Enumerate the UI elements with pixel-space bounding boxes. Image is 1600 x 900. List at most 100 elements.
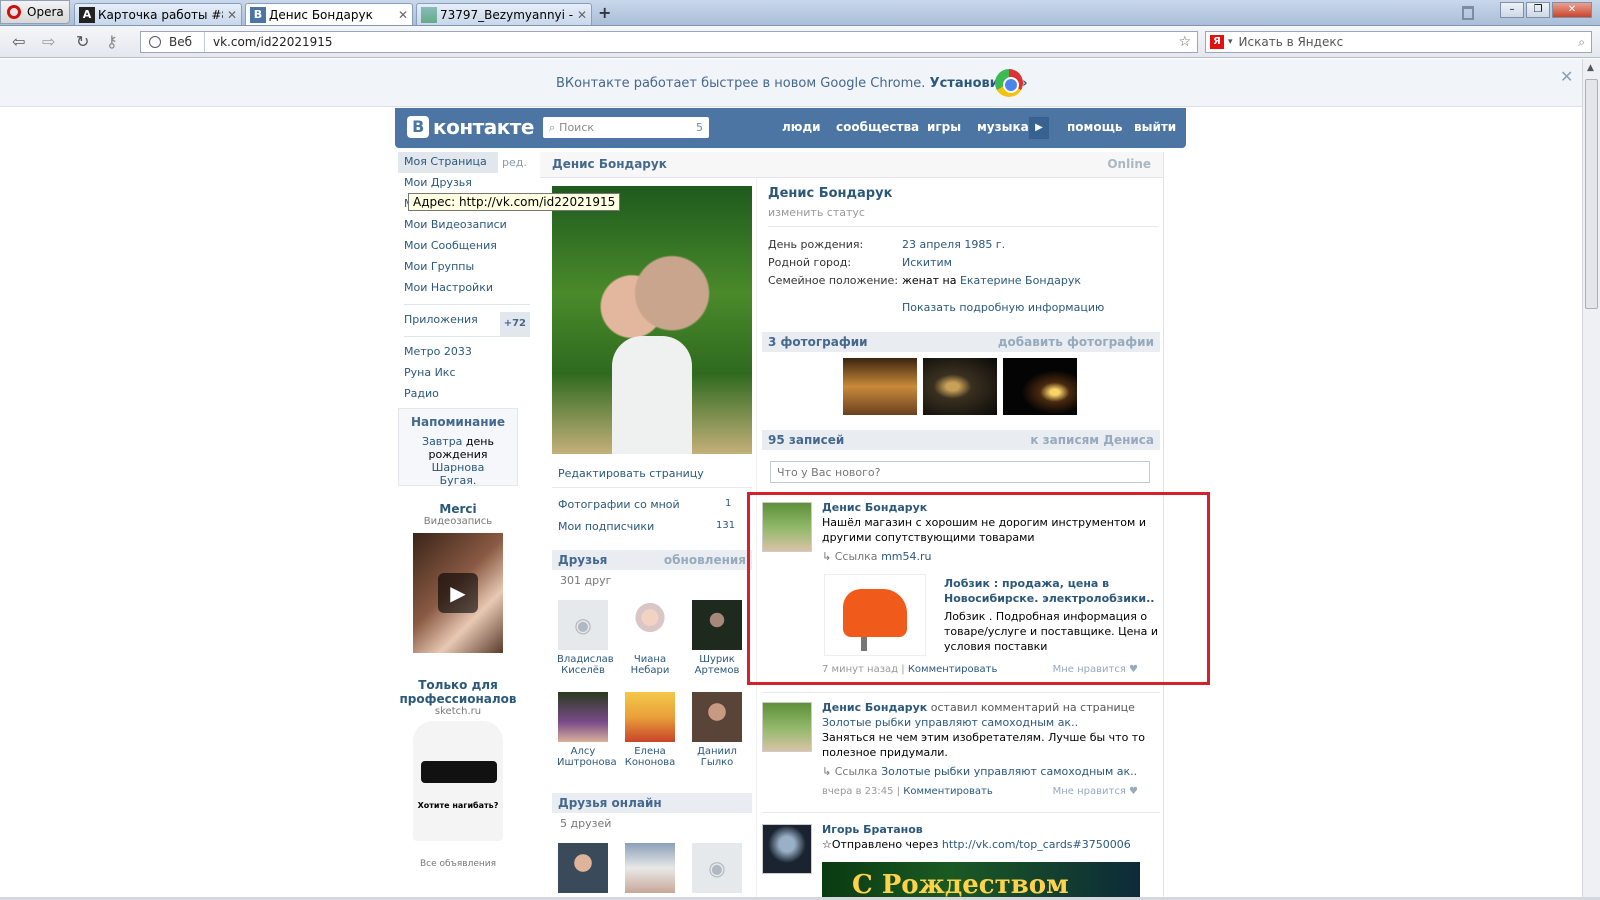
post-link[interactable]: http://vk.com/top_cards#3750006 (942, 838, 1131, 851)
nav-games[interactable]: игры (927, 120, 961, 134)
menu-messages[interactable]: Мои Сообщения (398, 236, 536, 257)
friend-online-item[interactable] (624, 843, 676, 897)
photo-thumbnail[interactable] (1003, 358, 1077, 415)
edit-page-link[interactable]: Редактировать страницу (558, 467, 704, 480)
url-text[interactable]: vk.com/id22021915 (205, 35, 333, 49)
friend-online-item[interactable] (557, 843, 609, 897)
new-tab-icon[interactable]: + (598, 3, 611, 22)
menu-videos[interactable]: Мои Видеозаписи (398, 215, 536, 236)
post-author-avatar[interactable] (762, 824, 812, 874)
menu-app-item[interactable]: Радио (398, 384, 536, 405)
menu-app-item[interactable]: Руна Икс (398, 363, 536, 384)
ad-title[interactable]: Только для профессионалов (398, 678, 518, 706)
friend-name[interactable]: Чиана Небари (631, 654, 670, 676)
friend-name[interactable]: Шурик Артемов (695, 654, 740, 676)
info-value-hometown[interactable]: Искитим (902, 256, 952, 269)
ad-tshirt-image[interactable]: Хотите нагибать? (413, 721, 503, 841)
reminder-link[interactable]: Бугая. (405, 474, 511, 487)
tab-close-icon[interactable]: ✕ (398, 8, 408, 22)
all-ads-link[interactable]: Все объявления (398, 859, 518, 869)
tab-close-icon[interactable]: ✕ (227, 8, 237, 22)
friends-header[interactable]: Друзья обновления (552, 550, 752, 570)
friends-updates-link[interactable]: обновления (664, 553, 746, 567)
photos-header[interactable]: 3 фотографии добавить фотографии (762, 332, 1160, 352)
friend-photo[interactable] (692, 600, 742, 650)
menu-apps[interactable]: Приложения +72 (398, 310, 536, 336)
music-play-icon[interactable]: ▶ (1029, 117, 1049, 139)
ad-block[interactable]: Только для профессионалов sketch.ru Хоти… (398, 678, 518, 869)
menu-groups[interactable]: Мои Группы (398, 257, 536, 278)
info-value-birthday[interactable]: 23 апреля 1985 г. (902, 238, 1005, 251)
ad-video-thumbnail[interactable]: ▶ (413, 533, 503, 653)
browser-tab[interactable]: 73797_Bezymyannyi - 3... ✕ (416, 3, 592, 25)
ad-title[interactable]: Merci (398, 502, 518, 516)
address-field[interactable]: Веб vk.com/id22021915 ☆ (140, 31, 1198, 53)
friend-photo[interactable] (625, 600, 675, 650)
nav-communities[interactable]: сообщества (836, 120, 919, 134)
to-posts-link[interactable]: к записям Дениса (1030, 433, 1154, 447)
post-author-avatar[interactable] (762, 702, 812, 752)
comment-link[interactable]: Комментировать (903, 786, 993, 797)
nav-people[interactable]: люди (782, 120, 821, 134)
friend-photo[interactable] (625, 692, 675, 742)
like-button[interactable]: Мне нравится ♥ (1053, 786, 1138, 797)
menu-friends[interactable]: Мои Друзья (398, 173, 536, 194)
friend-item[interactable]: Даниил Гылко (691, 692, 743, 768)
photos-with-me-link[interactable]: Фотографии со мной 1 (558, 498, 731, 511)
show-more-info-link[interactable]: Показать подробную информацию (902, 301, 1104, 314)
key-icon[interactable]: ⚷ (106, 32, 118, 51)
chevron-down-icon[interactable]: ▾ (1228, 37, 1233, 47)
menu-my-page[interactable]: Моя Страница (398, 152, 498, 173)
ad-block[interactable]: Merci Видеозапись ▶ (398, 502, 518, 653)
scroll-up-icon[interactable]: ▲ (1587, 63, 1594, 73)
post-time[interactable]: вчера в 23:45 (822, 786, 894, 797)
photo-thumbnail[interactable] (843, 358, 917, 415)
edit-link[interactable]: ред. (502, 156, 527, 169)
close-window-icon[interactable]: ✕ (1552, 2, 1592, 18)
friend-name[interactable]: Даниил Гылко (697, 746, 737, 768)
friend-item[interactable]: Елена Кононова (624, 692, 676, 768)
friends-online-header[interactable]: Друзья онлайн (552, 793, 752, 813)
friend-name[interactable]: Елена Кононова (625, 746, 676, 768)
nav-logout[interactable]: выйти (1134, 120, 1176, 134)
trash-icon[interactable] (1462, 6, 1474, 20)
reload-icon[interactable]: ↻ (76, 32, 89, 51)
friend-item[interactable]: ◉ Владислав Киселёв (557, 600, 614, 676)
post-author[interactable]: Денис Бондарук (822, 701, 927, 714)
forward-icon[interactable]: ⇨ (42, 32, 55, 51)
scrollbar-thumb[interactable] (1585, 79, 1598, 309)
nav-help[interactable]: помощь (1067, 120, 1122, 134)
bookmark-star-icon[interactable]: ☆ (1178, 34, 1191, 50)
friend-photo[interactable] (558, 692, 608, 742)
add-photos-link[interactable]: добавить фотографии (998, 335, 1154, 349)
post-author[interactable]: Игорь Братанов (822, 822, 1152, 837)
menu-settings[interactable]: Мои Настройки (398, 278, 536, 299)
profile-avatar[interactable] (552, 186, 752, 454)
close-icon[interactable]: ✕ (1560, 67, 1573, 86)
maximize-icon[interactable]: ❐ (1526, 2, 1550, 18)
post-link[interactable]: Золотые рыбки управляют самоходным ак.. (881, 765, 1137, 778)
search-icon[interactable]: ⌕ (1578, 35, 1585, 50)
reminder-link[interactable]: Завтра (422, 435, 462, 448)
new-post-input[interactable]: Что у Вас нового? (770, 461, 1150, 483)
vk-search-input[interactable]: ⌕ Поиск 5 (543, 117, 709, 138)
friend-online-item[interactable]: ◉ (691, 843, 743, 897)
status-edit-link[interactable]: изменить статус (768, 206, 865, 219)
play-icon[interactable]: ▶ (438, 573, 478, 613)
post-image[interactable]: С Рождеством (822, 862, 1140, 900)
tab-close-icon[interactable]: ✕ (577, 8, 587, 22)
subscribers-link[interactable]: Мои подписчики 131 (558, 520, 735, 533)
friend-photo[interactable] (625, 843, 675, 893)
web-badge[interactable]: Веб (141, 32, 205, 52)
friend-item[interactable]: Чиана Небари (624, 600, 676, 676)
friend-item[interactable]: Алсу Иштронова (557, 692, 617, 768)
menu-app-item[interactable]: Метро 2033 (398, 342, 536, 363)
page-scrollbar[interactable]: ▲ (1582, 59, 1600, 900)
friend-item[interactable]: Шурик Артемов (691, 600, 743, 676)
nav-music[interactable]: музыка (977, 120, 1029, 134)
wall-header[interactable]: 95 записей к записям Дениса (762, 430, 1160, 450)
spouse-link[interactable]: Екатерине Бондарук (960, 274, 1081, 287)
friend-photo[interactable] (692, 692, 742, 742)
chrome-logo-icon[interactable] (995, 69, 1023, 97)
minimize-icon[interactable]: – (1500, 2, 1524, 18)
